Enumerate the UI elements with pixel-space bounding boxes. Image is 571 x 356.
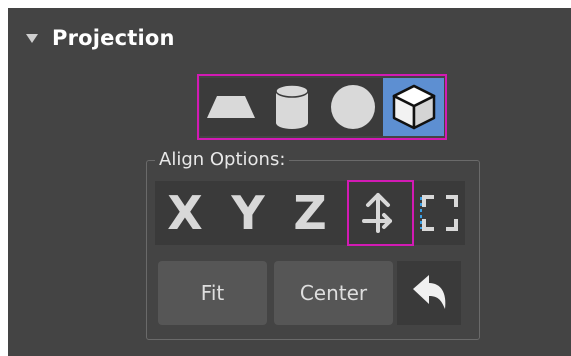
projection-toolbar bbox=[200, 78, 444, 136]
reset-button[interactable] bbox=[397, 261, 461, 325]
align-options-label: Align Options: bbox=[155, 147, 290, 173]
spherical-projection-button[interactable] bbox=[322, 78, 383, 136]
undo-arrow-icon bbox=[413, 275, 446, 309]
view-align-icon bbox=[420, 195, 458, 231]
planar-icon bbox=[206, 96, 255, 118]
align-z-button[interactable]: Z bbox=[285, 181, 335, 245]
sphere-icon bbox=[330, 85, 375, 129]
fit-button[interactable]: Fit bbox=[158, 261, 267, 325]
cylindrical-projection-button[interactable] bbox=[261, 78, 322, 136]
align-axis-toolbar: X Y Z bbox=[155, 181, 465, 245]
align-x-button[interactable]: X bbox=[159, 181, 211, 245]
box-projection-button[interactable] bbox=[383, 78, 444, 136]
box-icon bbox=[392, 84, 435, 130]
rollout-title: Projection bbox=[52, 26, 175, 50]
projection-type-group bbox=[197, 74, 447, 140]
align-view-button[interactable] bbox=[417, 181, 463, 245]
planar-projection-button[interactable] bbox=[200, 78, 261, 136]
collapse-triangle-icon[interactable] bbox=[26, 33, 38, 43]
normal-align-highlight bbox=[347, 180, 414, 246]
cylinder-icon bbox=[274, 84, 309, 129]
rollout-header[interactable]: Projection bbox=[14, 26, 175, 50]
align-y-button[interactable]: Y bbox=[223, 181, 273, 245]
center-button[interactable]: Center bbox=[274, 261, 393, 325]
